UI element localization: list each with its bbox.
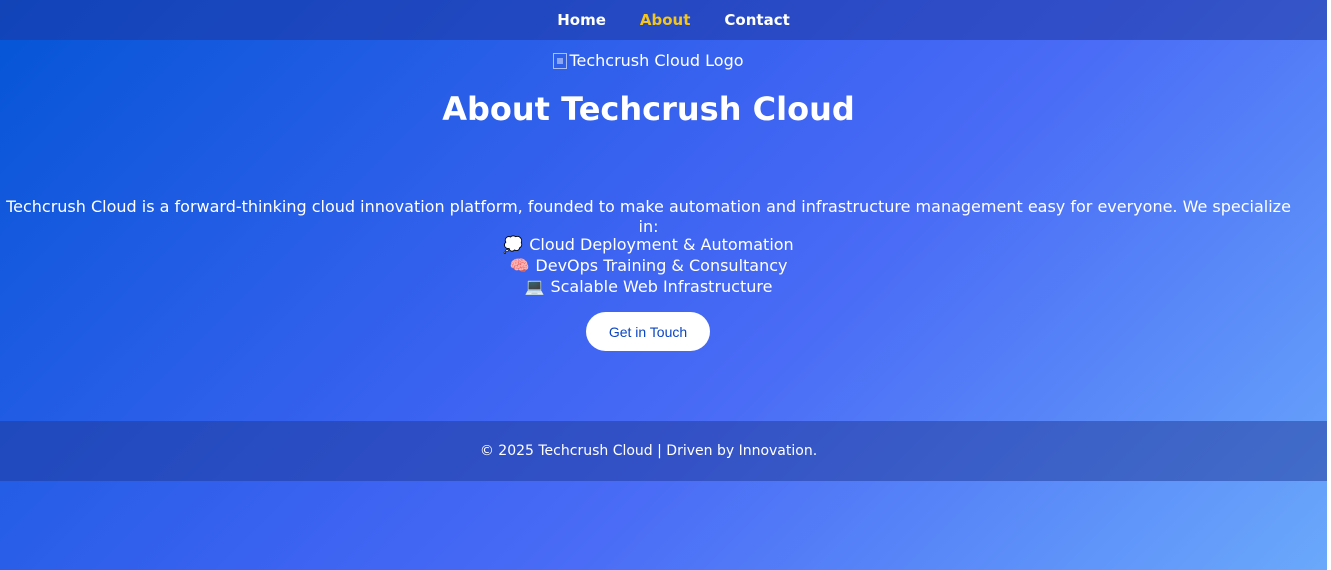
intro-paragraph: Techcrush Cloud is a forward-thinking cl… — [6, 197, 1291, 236]
laptop-icon: 💻 — [524, 277, 545, 296]
logo-alt-text: Techcrush Cloud Logo — [569, 51, 744, 70]
nav-about-link[interactable]: About — [640, 11, 691, 29]
nav-home-link[interactable]: Home — [557, 11, 606, 29]
footer-text: © 2025 Techcrush Cloud | Driven by Innov… — [479, 443, 818, 459]
list-item: 💭 Cloud Deployment & Automation — [0, 234, 1297, 255]
service-label: Scalable Web Infrastructure — [550, 277, 773, 296]
nav-contact-link[interactable]: Contact — [724, 11, 789, 29]
footer: © 2025 Techcrush Cloud | Driven by Innov… — [0, 421, 1327, 481]
list-item: 💻 Scalable Web Infrastructure — [0, 276, 1297, 297]
service-label: DevOps Training & Consultancy — [535, 256, 788, 275]
page-title: About Techcrush Cloud — [442, 90, 855, 128]
get-in-touch-button[interactable]: Get in Touch — [586, 312, 710, 351]
page-edge — [1327, 0, 1331, 570]
broken-image-icon — [553, 52, 568, 69]
top-nav: Home About Contact — [0, 0, 1327, 40]
logo-image: Techcrush Cloud Logo — [0, 51, 1297, 70]
services-list: 💭 Cloud Deployment & Automation 🧠 DevOps T… — [0, 234, 1297, 297]
thought-bubble-icon: 💭 — [503, 235, 524, 254]
list-item: 🧠 DevOps Training & Consultancy — [0, 255, 1297, 276]
brain-icon: 🧠 — [509, 256, 530, 275]
service-label: Cloud Deployment & Automation — [529, 235, 794, 254]
